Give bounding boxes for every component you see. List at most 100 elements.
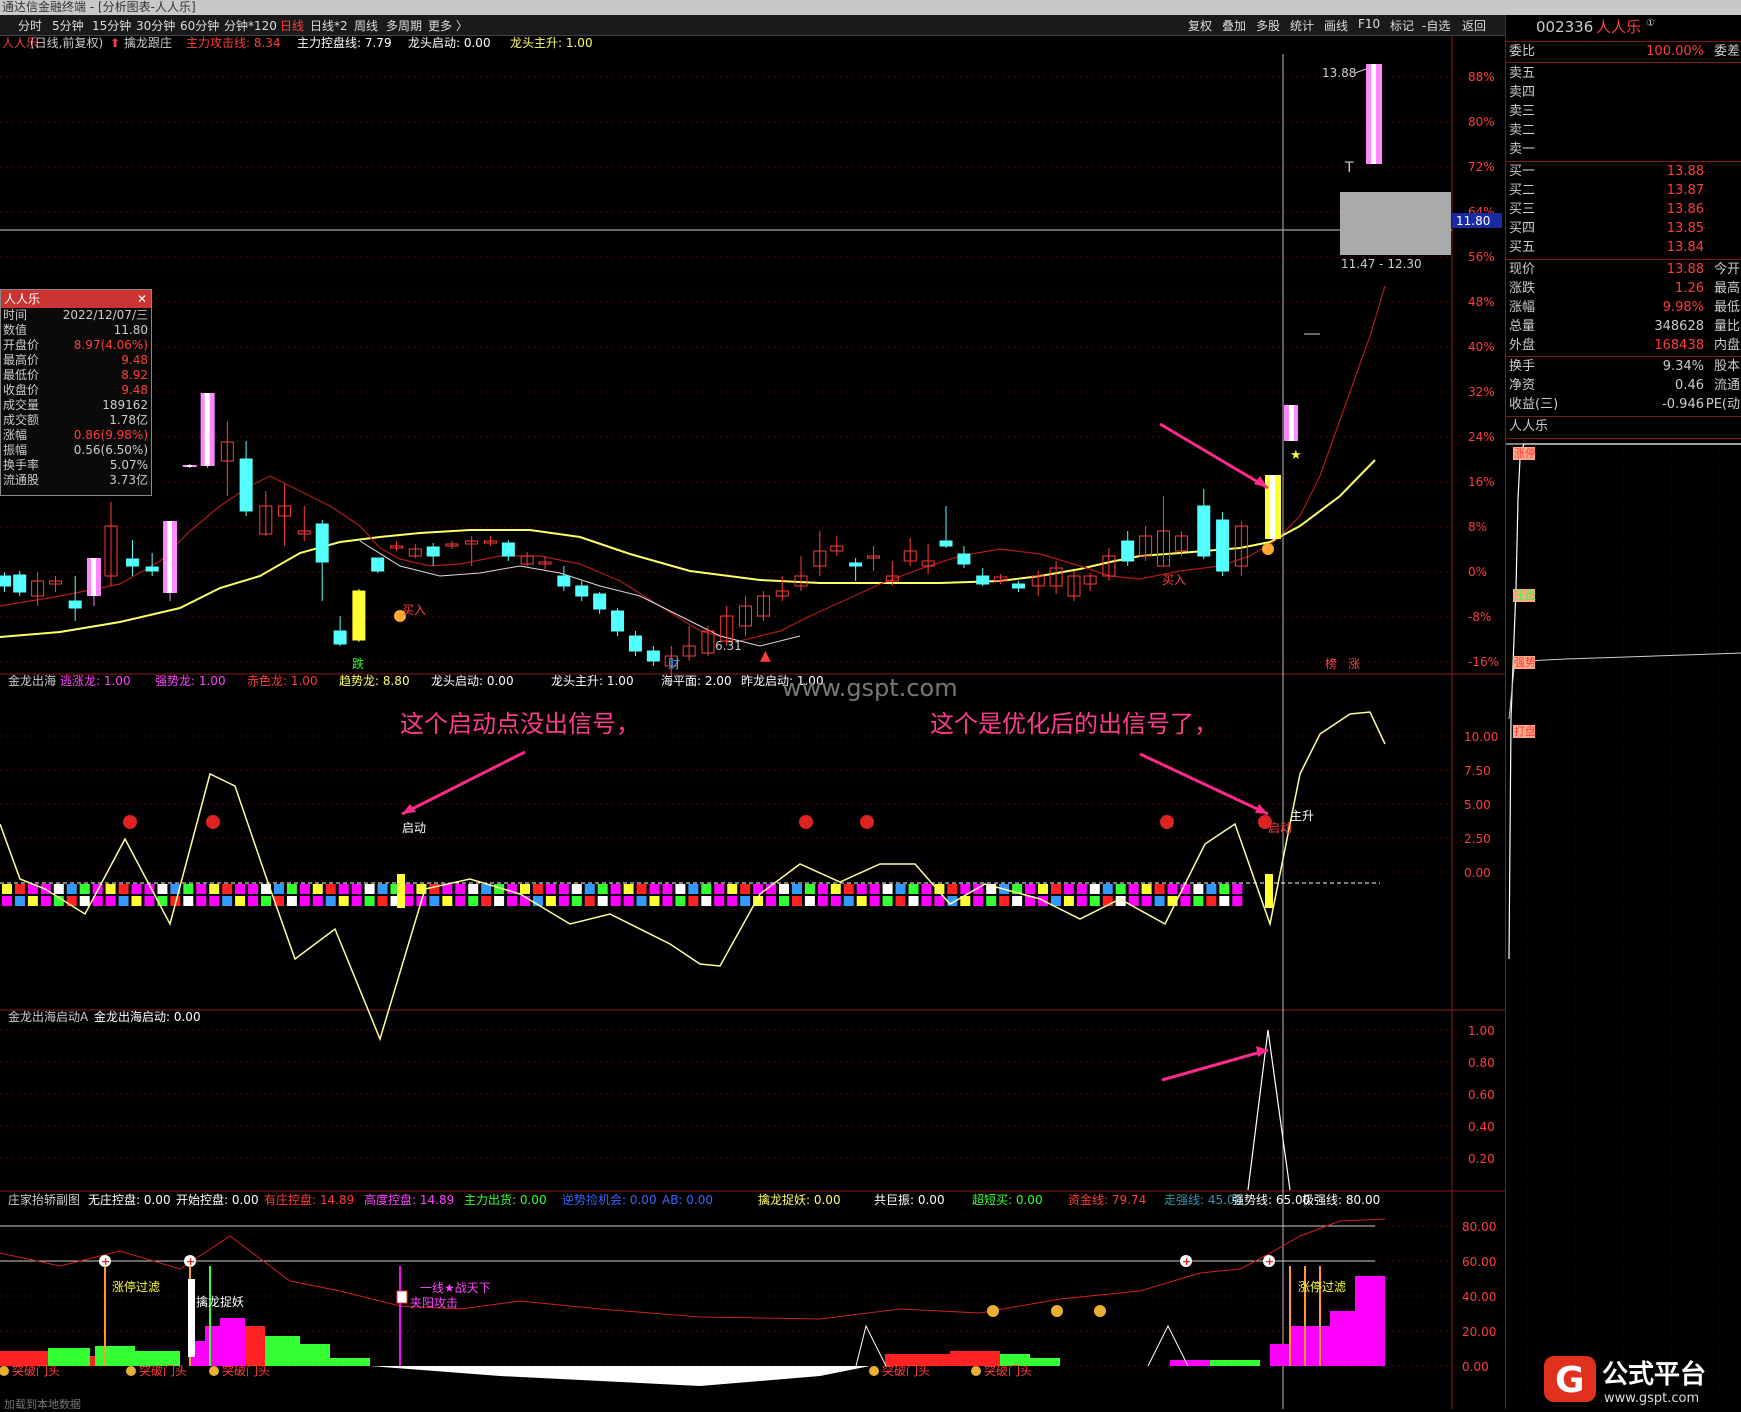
ask-row[interactable]: 卖三 bbox=[1506, 103, 1741, 121]
bid-row[interactable]: 买五 13.84 bbox=[1506, 239, 1741, 257]
signal-stripe bbox=[312, 884, 323, 894]
ask-row[interactable]: 卖四 bbox=[1506, 84, 1741, 102]
period-tab-10[interactable]: 更多 〉 bbox=[428, 17, 468, 34]
period-tab-5[interactable]: 分钟*120 bbox=[224, 17, 277, 34]
signal-stripe bbox=[597, 884, 608, 894]
money-bag-icon bbox=[206, 815, 220, 829]
info-value: 0.56(6.50%) bbox=[73, 443, 148, 457]
signal-stripe bbox=[908, 884, 919, 894]
candle-body bbox=[976, 575, 990, 585]
info-key: 流通股 bbox=[3, 473, 40, 487]
toolbar-button-5[interactable]: F10 bbox=[1358, 17, 1380, 31]
stock-name: 人人乐 bbox=[1596, 18, 1642, 36]
period-tab-6[interactable]: 日线 bbox=[280, 17, 304, 34]
histogram-bar bbox=[330, 1358, 370, 1366]
histogram-bar bbox=[1210, 1360, 1260, 1366]
period-tab-7[interactable]: 日线*2 bbox=[310, 17, 348, 34]
period-tab-2[interactable]: 15分钟 bbox=[92, 17, 131, 34]
info-key: 最低价 bbox=[3, 368, 40, 382]
signal-stripe bbox=[1076, 884, 1087, 894]
stat-value: 9.98% bbox=[1662, 300, 1704, 315]
signal-stripe bbox=[701, 884, 712, 894]
info-value: 9.48 bbox=[121, 353, 148, 367]
indicator-value: 主力控盘线: 7.79 bbox=[297, 36, 392, 50]
candle-body bbox=[371, 557, 385, 572]
info-key: 收盘价 bbox=[3, 383, 40, 397]
panel2-title: 金龙出海 bbox=[8, 673, 56, 688]
candle-body bbox=[557, 575, 571, 587]
order-ratio-row: 委比 100.00% 委差 bbox=[1506, 43, 1741, 61]
info-row: 数值 11.80 bbox=[1, 323, 151, 338]
annotation-arrow bbox=[1139, 752, 1269, 816]
panel2-value: 海平面: 2.00 bbox=[661, 673, 732, 688]
panel2-value: 逃涨龙: 1.00 bbox=[60, 673, 131, 688]
panel2-header: 金龙出海 逃涨龙: 1.00 强势龙: 1.00 赤色龙: 1.00 趋势龙: 8.80… bbox=[8, 673, 824, 688]
info-key: 最高价 bbox=[3, 353, 40, 367]
kline-chart[interactable]: 人人乐 (日线,前复权) ⬆ 擒龙跟庄 主力攻击线: 8.34 主力控盘线: 7.79 龙头… bbox=[0, 35, 1505, 1411]
bid-row[interactable]: 买二 13.87 bbox=[1506, 182, 1741, 200]
money-bag-icon bbox=[1094, 1305, 1106, 1317]
stat-label: 涨跌 bbox=[1509, 281, 1536, 296]
toolbar-button-7[interactable]: -自选 bbox=[1422, 17, 1450, 34]
svg-text:www.gspt.com: www.gspt.com bbox=[1604, 1391, 1699, 1406]
min-price-label: 6.31 bbox=[715, 639, 742, 653]
signal-stripe bbox=[209, 884, 220, 894]
price-axis-label: 40% bbox=[1468, 340, 1495, 354]
ask-row[interactable]: 卖二 bbox=[1506, 122, 1741, 140]
stat-row: 涨跌 1.26 最高 bbox=[1506, 280, 1741, 298]
mini-intraday-chart[interactable]: 涨停压盘强势打盘 bbox=[1506, 439, 1741, 1399]
toolbar-button-6[interactable]: 标记 bbox=[1390, 17, 1414, 34]
close-icon[interactable]: ✕ bbox=[137, 290, 147, 308]
period-tab-1[interactable]: 5分钟 bbox=[52, 17, 84, 34]
panel4-value: 极强线: 80.00 bbox=[1302, 1193, 1380, 1207]
info-value: 3.73亿 bbox=[109, 473, 148, 487]
period-tab-3[interactable]: 30分钟 bbox=[136, 17, 175, 34]
period-tab-8[interactable]: 周线 bbox=[354, 17, 378, 34]
period-tab-9[interactable]: 多周期 bbox=[386, 17, 422, 34]
indicator-value: 龙头主升: 1.00 bbox=[510, 36, 593, 50]
bid-row[interactable]: 买四 13.85 bbox=[1506, 220, 1741, 238]
info-icon[interactable]: ① bbox=[1646, 15, 1655, 33]
candle-body bbox=[352, 590, 366, 641]
signal-stripe bbox=[779, 884, 789, 894]
stat-row: 换手 9.34% 股本 bbox=[1506, 358, 1741, 376]
info-value: 5.07% bbox=[109, 458, 148, 472]
bid-row[interactable]: 买一 13.88 bbox=[1506, 163, 1741, 181]
price-axis-label: 16% bbox=[1468, 475, 1495, 489]
annotation-text: 这个启动点没出信号， bbox=[400, 710, 640, 738]
panel4-value: 资金线: 79.74 bbox=[1068, 1192, 1146, 1207]
ask-row[interactable]: 卖五 bbox=[1506, 65, 1741, 83]
stat-row: 外盘 168438 内盘 bbox=[1506, 337, 1741, 355]
ask-label: 卖二 bbox=[1509, 123, 1536, 138]
breakout-label: 突破门头 bbox=[222, 1363, 270, 1378]
panel3-axis-label: 0.40 bbox=[1468, 1120, 1495, 1134]
period-tab-4[interactable]: 60分钟 bbox=[180, 17, 219, 34]
toolbar-button-3[interactable]: 统计 bbox=[1290, 17, 1314, 34]
panel4-axis-label: 80.00 bbox=[1462, 1220, 1496, 1234]
info-value: 189162 bbox=[102, 398, 148, 412]
money-bag-icon bbox=[209, 1366, 219, 1376]
info-row: 开盘价 8.97(4.06%) bbox=[1, 338, 151, 353]
ask-row[interactable]: 卖一 bbox=[1506, 141, 1741, 159]
signal-mark: 涨 bbox=[1348, 656, 1360, 671]
chart-area[interactable]: 人人乐 (日线,前复权) ⬆ 擒龙跟庄 主力攻击线: 8.34 主力控盘线: 7.79 龙头… bbox=[0, 35, 1505, 1411]
toolbar-button-2[interactable]: 多股 bbox=[1256, 17, 1280, 34]
panel2-value: 龙头启动: 0.00 bbox=[431, 674, 514, 688]
breakout-label: 突破门头 bbox=[984, 1363, 1032, 1378]
info-panel[interactable]: 人人乐 ✕ 时间 2022/12/07/三 数值 11.80 开盘价 8.97(4.06%… bbox=[0, 289, 152, 496]
signal-stripe bbox=[649, 884, 660, 894]
signal-stripe bbox=[662, 884, 673, 894]
panel3-value: 金龙出海启动: 0.00 bbox=[94, 1009, 201, 1024]
toolbar-button-1[interactable]: 叠加 bbox=[1222, 17, 1246, 34]
panel4-value: 共巨振: 0.00 bbox=[874, 1193, 945, 1207]
bid-price: 13.85 bbox=[1666, 221, 1704, 236]
toolbar-button-8[interactable]: 返回 bbox=[1462, 17, 1486, 34]
period-tab-0[interactable]: 分时 bbox=[18, 17, 42, 34]
toolbar-button-4[interactable]: 画线 bbox=[1324, 17, 1348, 34]
info-key: 数值 bbox=[3, 323, 28, 337]
stat-value: 1.26 bbox=[1675, 281, 1704, 296]
info-value: 9.48 bbox=[121, 383, 148, 397]
toolbar-button-0[interactable]: 复权 bbox=[1188, 17, 1212, 34]
bid-row[interactable]: 买三 13.86 bbox=[1506, 201, 1741, 219]
panel4-title: 庄家抬轿副图 bbox=[8, 1192, 80, 1207]
